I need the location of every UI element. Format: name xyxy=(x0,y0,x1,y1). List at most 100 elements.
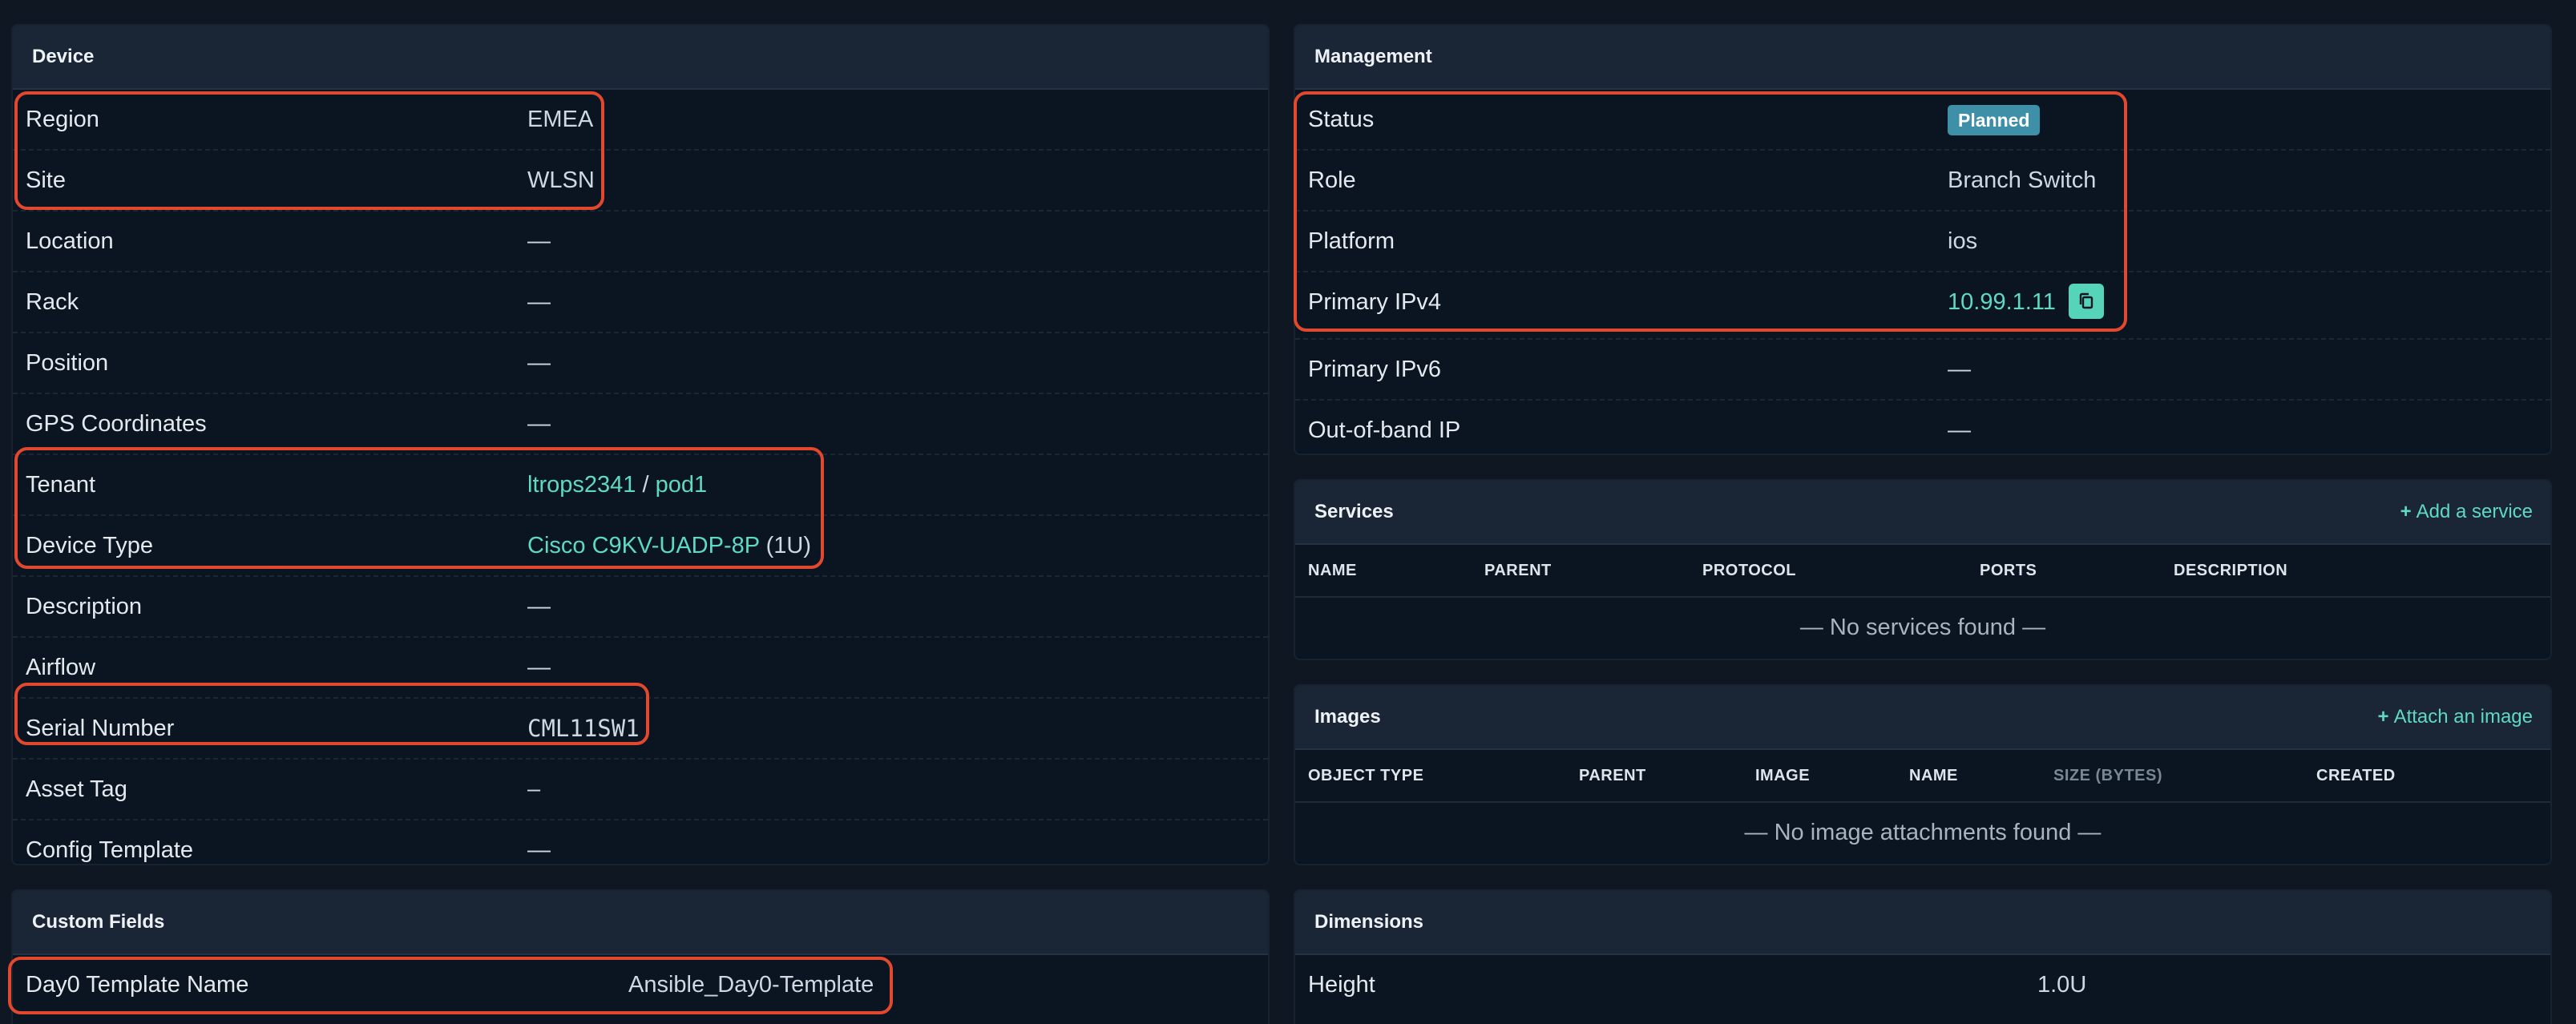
tenant-group-link[interactable]: ltrops2341 xyxy=(527,472,636,498)
mgmt-row-platform: Platform ios xyxy=(1295,212,2550,272)
tenant-link[interactable]: pod1 xyxy=(656,472,708,498)
dimensions-header: Dimensions xyxy=(1295,891,2550,955)
mgmt-row-primary-ipv6: Primary IPv6 — xyxy=(1295,340,2550,401)
services-col-ports[interactable]: PORTS xyxy=(1980,545,2037,596)
role-link[interactable]: Branch Switch xyxy=(1948,151,2096,210)
oob-ip-value: — xyxy=(1948,417,1971,443)
primary-ipv6-label: Primary IPv6 xyxy=(1308,357,1441,382)
location-value: — xyxy=(527,228,551,254)
mgmt-row-status: Status Planned xyxy=(1295,90,2550,151)
management-card: Management Status Planned Role Branch Sw… xyxy=(1294,24,2552,455)
status-label: Status xyxy=(1308,107,1375,132)
images-col-object-type[interactable]: OBJECT TYPE xyxy=(1308,750,1423,801)
rack-value: — xyxy=(527,289,551,315)
device-row-device-type: Device Type Cisco C9KV-UADP-8P (1U) xyxy=(13,516,1268,577)
custom-field-row-day0: Day0 Template Name Ansible_Day0-Template xyxy=(13,955,1268,1014)
platform-label: Platform xyxy=(1308,228,1395,254)
images-col-parent[interactable]: PARENT xyxy=(1579,750,1646,801)
position-value: — xyxy=(527,350,551,376)
images-col-image[interactable]: IMAGE xyxy=(1755,750,1810,801)
site-link[interactable]: WLSN xyxy=(527,151,595,210)
gps-value: — xyxy=(527,411,551,437)
config-template-label: Config Template xyxy=(26,837,194,863)
images-card: Images + Attach an image OBJECT TYPE PARE… xyxy=(1294,684,2552,865)
height-value: 1.0U xyxy=(2037,972,2087,998)
images-col-size[interactable]: SIZE (BYTES) xyxy=(2053,750,2162,801)
dimensions-title: Dimensions xyxy=(1314,911,1424,933)
management-header: Management xyxy=(1295,26,2550,90)
copy-ip-button[interactable] xyxy=(2068,284,2104,320)
status-value: Planned xyxy=(1948,90,2041,149)
services-col-parent[interactable]: PARENT xyxy=(1484,545,1552,596)
device-card: Device Region EMEA Site WLSN Location — … xyxy=(11,24,1270,865)
position-label: Position xyxy=(26,350,109,376)
region-link[interactable]: EMEA xyxy=(527,90,593,149)
status-badge: Planned xyxy=(1948,105,2041,136)
device-type-label: Device Type xyxy=(26,533,154,558)
device-card-title: Device xyxy=(32,46,95,67)
tenant-separator: / xyxy=(642,472,649,498)
attach-image-label: Attach an image xyxy=(2393,706,2533,728)
device-row-airflow: Airflow — xyxy=(13,638,1268,699)
oob-ip-label: Out-of-band IP xyxy=(1308,417,1461,443)
region-label: Region xyxy=(26,107,99,132)
platform-link[interactable]: ios xyxy=(1948,212,1977,271)
description-value: — xyxy=(527,594,551,619)
services-empty-message: — No services found — xyxy=(1799,615,2046,640)
primary-ipv6-value: — xyxy=(1948,357,1971,382)
copy-icon xyxy=(2079,293,2094,309)
day0-template-value: Ansible_Day0-Template xyxy=(628,972,874,998)
add-service-link[interactable]: + Add a service xyxy=(2400,501,2533,523)
add-service-label: Add a service xyxy=(2416,501,2533,522)
custom-fields-header: Custom Fields xyxy=(13,891,1268,955)
description-label: Description xyxy=(26,594,143,619)
images-col-name[interactable]: NAME xyxy=(1909,750,1958,801)
custom-fields-title: Custom Fields xyxy=(32,911,165,933)
plus-icon: + xyxy=(2400,501,2412,522)
role-label: Role xyxy=(1308,167,1356,193)
rack-label: Rack xyxy=(26,289,79,315)
services-header: Services + Add a service xyxy=(1295,481,2550,545)
serial-label: Serial Number xyxy=(26,716,175,741)
plus-icon: + xyxy=(2377,706,2389,728)
device-row-region: Region EMEA xyxy=(13,90,1268,151)
device-row-tenant: Tenant ltrops2341 / pod1 xyxy=(13,455,1268,516)
services-col-description[interactable]: DESCRIPTION xyxy=(2174,545,2287,596)
asset-tag-label: Asset Tag xyxy=(26,776,127,802)
device-type-link[interactable]: Cisco C9KV-UADP-8P xyxy=(527,533,760,558)
serial-value: CML11SW1 xyxy=(527,715,640,742)
attach-image-link[interactable]: + Attach an image xyxy=(2378,706,2533,728)
device-row-site: Site WLSN xyxy=(13,151,1268,212)
device-type-height: (1U) xyxy=(765,533,812,558)
dimensions-row-height: Height 1.0U xyxy=(1295,955,2550,1014)
device-row-gps: GPS Coordinates — xyxy=(13,394,1268,455)
services-col-name[interactable]: NAME xyxy=(1308,545,1357,596)
primary-ipv4-link[interactable]: 10.99.1.11 xyxy=(1948,289,2056,315)
images-table-header: OBJECT TYPE PARENT IMAGE NAME SIZE (BYTE… xyxy=(1295,750,2550,803)
device-row-location: Location — xyxy=(13,212,1268,272)
services-card: Services + Add a service NAME PARENT PROT… xyxy=(1294,479,2552,660)
primary-ipv4-label: Primary IPv4 xyxy=(1308,289,1441,315)
mgmt-row-oob-ip: Out-of-band IP — xyxy=(1295,401,2550,454)
device-row-description: Description — xyxy=(13,577,1268,638)
gps-label: GPS Coordinates xyxy=(26,411,207,437)
images-empty-message: — No image attachments found — xyxy=(1744,820,2102,845)
services-col-protocol[interactable]: PROTOCOL xyxy=(1702,545,1796,596)
images-col-created[interactable]: CREATED xyxy=(2316,750,2396,801)
mgmt-row-role: Role Branch Switch xyxy=(1295,151,2550,212)
site-label: Site xyxy=(26,167,66,193)
primary-ipv4-value: 10.99.1.11 xyxy=(1948,272,2104,332)
tenant-label: Tenant xyxy=(26,472,96,498)
device-row-position: Position — xyxy=(13,333,1268,394)
management-title: Management xyxy=(1314,46,1432,67)
device-row-serial: Serial Number CML11SW1 xyxy=(13,699,1268,760)
device-type-value: Cisco C9KV-UADP-8P (1U) xyxy=(527,516,811,575)
mgmt-row-primary-ipv4: Primary IPv4 10.99.1.11 xyxy=(1295,272,2550,340)
services-table-header: NAME PARENT PROTOCOL PORTS DESCRIPTION xyxy=(1295,545,2550,598)
device-row-rack: Rack — xyxy=(13,272,1268,333)
images-title: Images xyxy=(1314,706,1381,728)
dimensions-card: Dimensions Height 1.0U xyxy=(1294,889,2552,1024)
device-card-header: Device xyxy=(13,26,1268,90)
airflow-value: — xyxy=(527,655,551,680)
day0-template-label: Day0 Template Name xyxy=(26,972,249,998)
